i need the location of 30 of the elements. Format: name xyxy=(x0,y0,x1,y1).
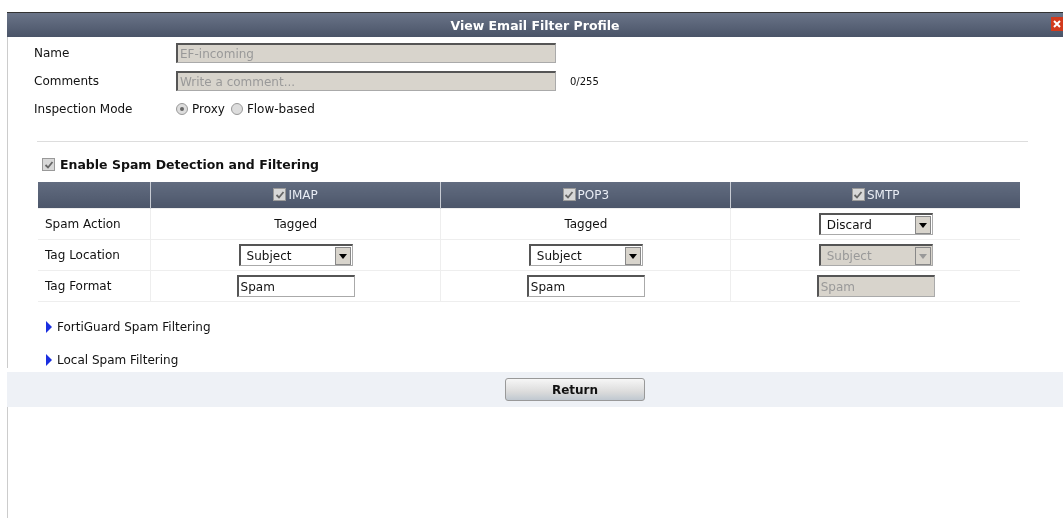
column-label: SMTP xyxy=(866,187,900,202)
dropdown[interactable]: Discard xyxy=(818,213,933,235)
expand-arrow-icon[interactable] xyxy=(45,353,53,366)
table-cell: Tagged xyxy=(274,217,318,231)
return-button[interactable]: Return xyxy=(505,378,645,401)
column-label: POP3 xyxy=(577,187,610,202)
window-title: View Email Filter Profile xyxy=(450,17,620,33)
caret-icon[interactable] xyxy=(334,246,351,265)
field-label: Comments xyxy=(34,74,101,88)
table-cell: Tagged xyxy=(564,217,608,231)
character-counter: 0/255 xyxy=(570,75,599,87)
column-label: IMAP xyxy=(288,187,318,202)
row-label: Spam Action xyxy=(45,217,121,231)
dropdown[interactable]: Subject xyxy=(238,244,353,266)
expand-arrow-icon[interactable] xyxy=(45,320,53,333)
row-label: Tag Location xyxy=(45,248,120,262)
tag-format-field[interactable]: Spam xyxy=(236,275,355,297)
radio-label: Flow-based xyxy=(246,102,315,116)
close-icon[interactable] xyxy=(1051,17,1063,31)
radio-label: Proxy xyxy=(192,102,225,116)
field-label: Name xyxy=(34,46,71,60)
section-heading: Enable Spam Detection and Filtering xyxy=(60,157,319,172)
dropdown[interactable]: Subject xyxy=(528,244,643,266)
caret-icon[interactable] xyxy=(624,246,641,265)
caret-icon[interactable] xyxy=(914,215,931,234)
section-link[interactable]: FortiGuard Spam Filtering xyxy=(57,319,211,334)
row-label: Tag Format xyxy=(45,279,112,293)
tag-format-field[interactable]: Spam xyxy=(526,275,645,297)
section-link[interactable]: Local Spam Filtering xyxy=(57,352,179,367)
field-label: Inspection Mode xyxy=(34,102,134,116)
